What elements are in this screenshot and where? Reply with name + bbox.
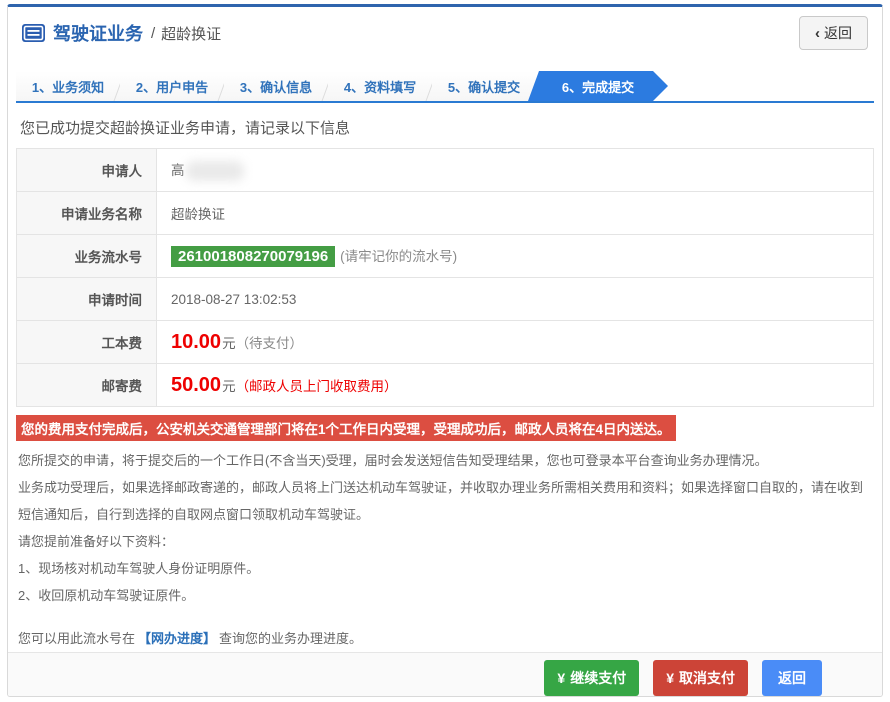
business-name-label: 申请业务名称 <box>17 192 157 235</box>
payment-warning-banner: 您的费用支付完成后，公安机关交通管理部门将在1个工作日内受理，受理成功后，邮政人… <box>16 415 676 441</box>
step-3-confirm-info[interactable]: 3、确认信息 <box>224 71 328 101</box>
production-fee-value: 10.00元（待支付） <box>157 321 874 364</box>
application-info-table: 申请人 高 申请业务名称 超龄换证 业务流水号 2610018082700791… <box>16 148 874 407</box>
step-wizard: 1、业务须知 2、用户申告 3、确认信息 4、资料填写 5、确认提交 6、完成提… <box>8 59 882 103</box>
postage-fee-label: 邮寄费 <box>17 364 157 407</box>
instruction-acceptance: 您所提交的申请，将于提交后的一个工作日(不含当天)受理，届时会发送短信告知受理结… <box>18 447 872 474</box>
business-name-value: 超龄换证 <box>157 192 874 235</box>
cancel-payment-button[interactable]: ¥ 取消支付 <box>653 660 748 696</box>
table-row-apply-time: 申请时间 2018-08-27 13:02:53 <box>17 278 874 321</box>
table-row-serial-number: 业务流水号 261001808270079196 (请牢记你的流水号) <box>17 235 874 278</box>
applicant-value: 高 <box>157 149 874 192</box>
serial-number-note: (请牢记你的流水号) <box>340 249 457 264</box>
serial-number-badge: 261001808270079196 <box>171 246 335 267</box>
page-title: 驾驶证业务 <box>53 20 143 46</box>
main-panel: 驾驶证业务 / 超龄换证 ‹ 返回 1、业务须知 2、用户申告 3、确认信息 4… <box>7 4 883 697</box>
apply-time-value: 2018-08-27 13:02:53 <box>157 278 874 321</box>
instructions-section: 您所提交的申请，将于提交后的一个工作日(不含当天)受理，届时会发送短信告知受理结… <box>8 441 882 652</box>
header-back-label: 返回 <box>824 23 852 43</box>
footer-back-button[interactable]: 返回 <box>762 660 822 696</box>
continue-payment-button[interactable]: ¥ 继续支付 <box>544 660 639 696</box>
yen-icon: ¥ <box>557 670 565 686</box>
table-row-production-fee: 工本费 10.00元（待支付） <box>17 321 874 364</box>
postage-fee-note: （邮政人员上门收取费用） <box>236 379 398 394</box>
postage-fee-value: 50.00元（邮政人员上门收取费用） <box>157 364 874 407</box>
yen-icon: ¥ <box>666 670 674 686</box>
table-row-business-name: 申请业务名称 超龄换证 <box>17 192 874 235</box>
production-fee-label: 工本费 <box>17 321 157 364</box>
postage-fee-amount: 50.00 <box>171 374 221 396</box>
action-bar: ¥ 继续支付 ¥ 取消支付 返回 <box>8 652 882 697</box>
success-message: 您已成功提交超龄换证业务申请，请记录以下信息 <box>8 103 882 148</box>
serial-number-value: 261001808270079196 (请牢记你的流水号) <box>157 235 874 278</box>
license-list-icon <box>22 24 45 42</box>
serial-number-label: 业务流水号 <box>17 235 157 278</box>
applicant-label: 申请人 <box>17 149 157 192</box>
instruction-item-2: 2、收回原机动车驾驶证原件。 <box>18 582 872 609</box>
online-progress-link[interactable]: 【网办进度】 <box>138 631 216 646</box>
progress-note: 您可以用此流水号在【网办进度】查询您的业务办理进度。 <box>18 625 872 652</box>
production-fee-note: （待支付） <box>236 336 304 351</box>
production-fee-amount: 10.00 <box>171 331 221 353</box>
step-1-business-notice[interactable]: 1、业务须知 <box>16 71 120 101</box>
page-header: 驾驶证业务 / 超龄换证 ‹ 返回 <box>8 7 882 59</box>
header-back-button[interactable]: ‹ 返回 <box>799 16 868 50</box>
step-6-complete-submit[interactable]: 6、完成提交 <box>528 71 668 101</box>
step-5-confirm-submit[interactable]: 5、确认提交 <box>432 71 536 101</box>
step-2-user-declaration[interactable]: 2、用户申告 <box>120 71 224 101</box>
table-row-postage-fee: 邮寄费 50.00元（邮政人员上门收取费用） <box>17 364 874 407</box>
redacted-name-blur <box>186 161 244 181</box>
table-row-applicant: 申请人 高 <box>17 149 874 192</box>
instruction-delivery: 业务成功受理后，如果选择邮政寄递的，邮政人员将上门送达机动车驾驶证，并收取办理业… <box>18 474 872 528</box>
apply-time-label: 申请时间 <box>17 278 157 321</box>
chevron-left-icon: ‹ <box>815 26 820 41</box>
step-4-fill-data[interactable]: 4、资料填写 <box>328 71 432 101</box>
breadcrumb-separator: / <box>151 25 155 42</box>
instruction-prepare: 请您提前准备好以下资料： <box>18 528 872 555</box>
breadcrumb-current: 超龄换证 <box>161 23 221 44</box>
instruction-item-1: 1、现场核对机动车驾驶人身份证明原件。 <box>18 555 872 582</box>
